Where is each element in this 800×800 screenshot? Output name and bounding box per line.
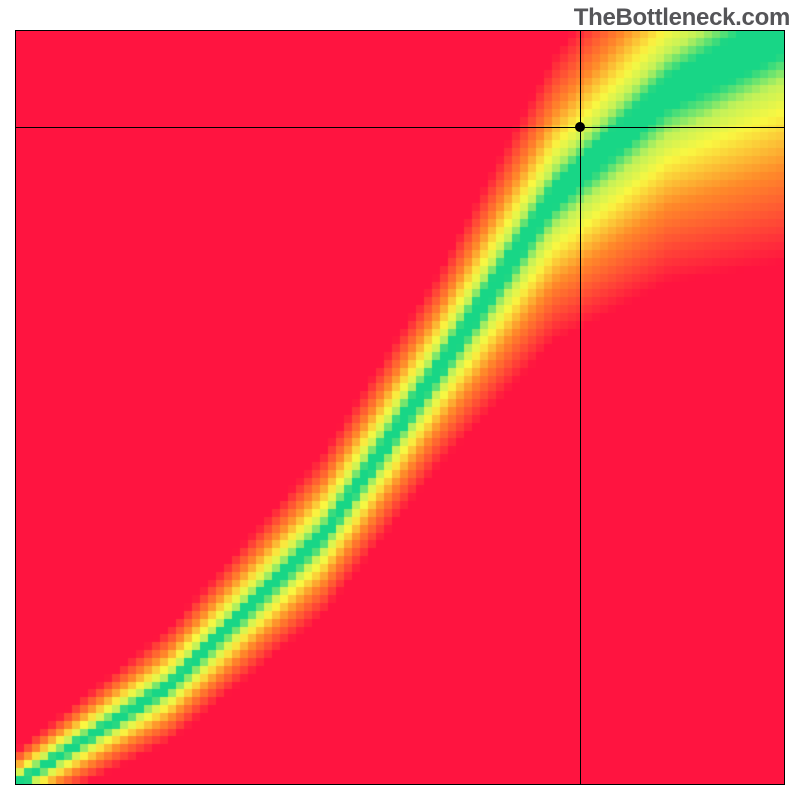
heatmap-plot [15,30,785,785]
selection-marker [575,122,585,132]
watermark-text: TheBottleneck.com [574,4,790,32]
heatmap-canvas [16,31,784,784]
crosshair-vertical [580,31,581,784]
crosshair-horizontal [16,127,784,128]
